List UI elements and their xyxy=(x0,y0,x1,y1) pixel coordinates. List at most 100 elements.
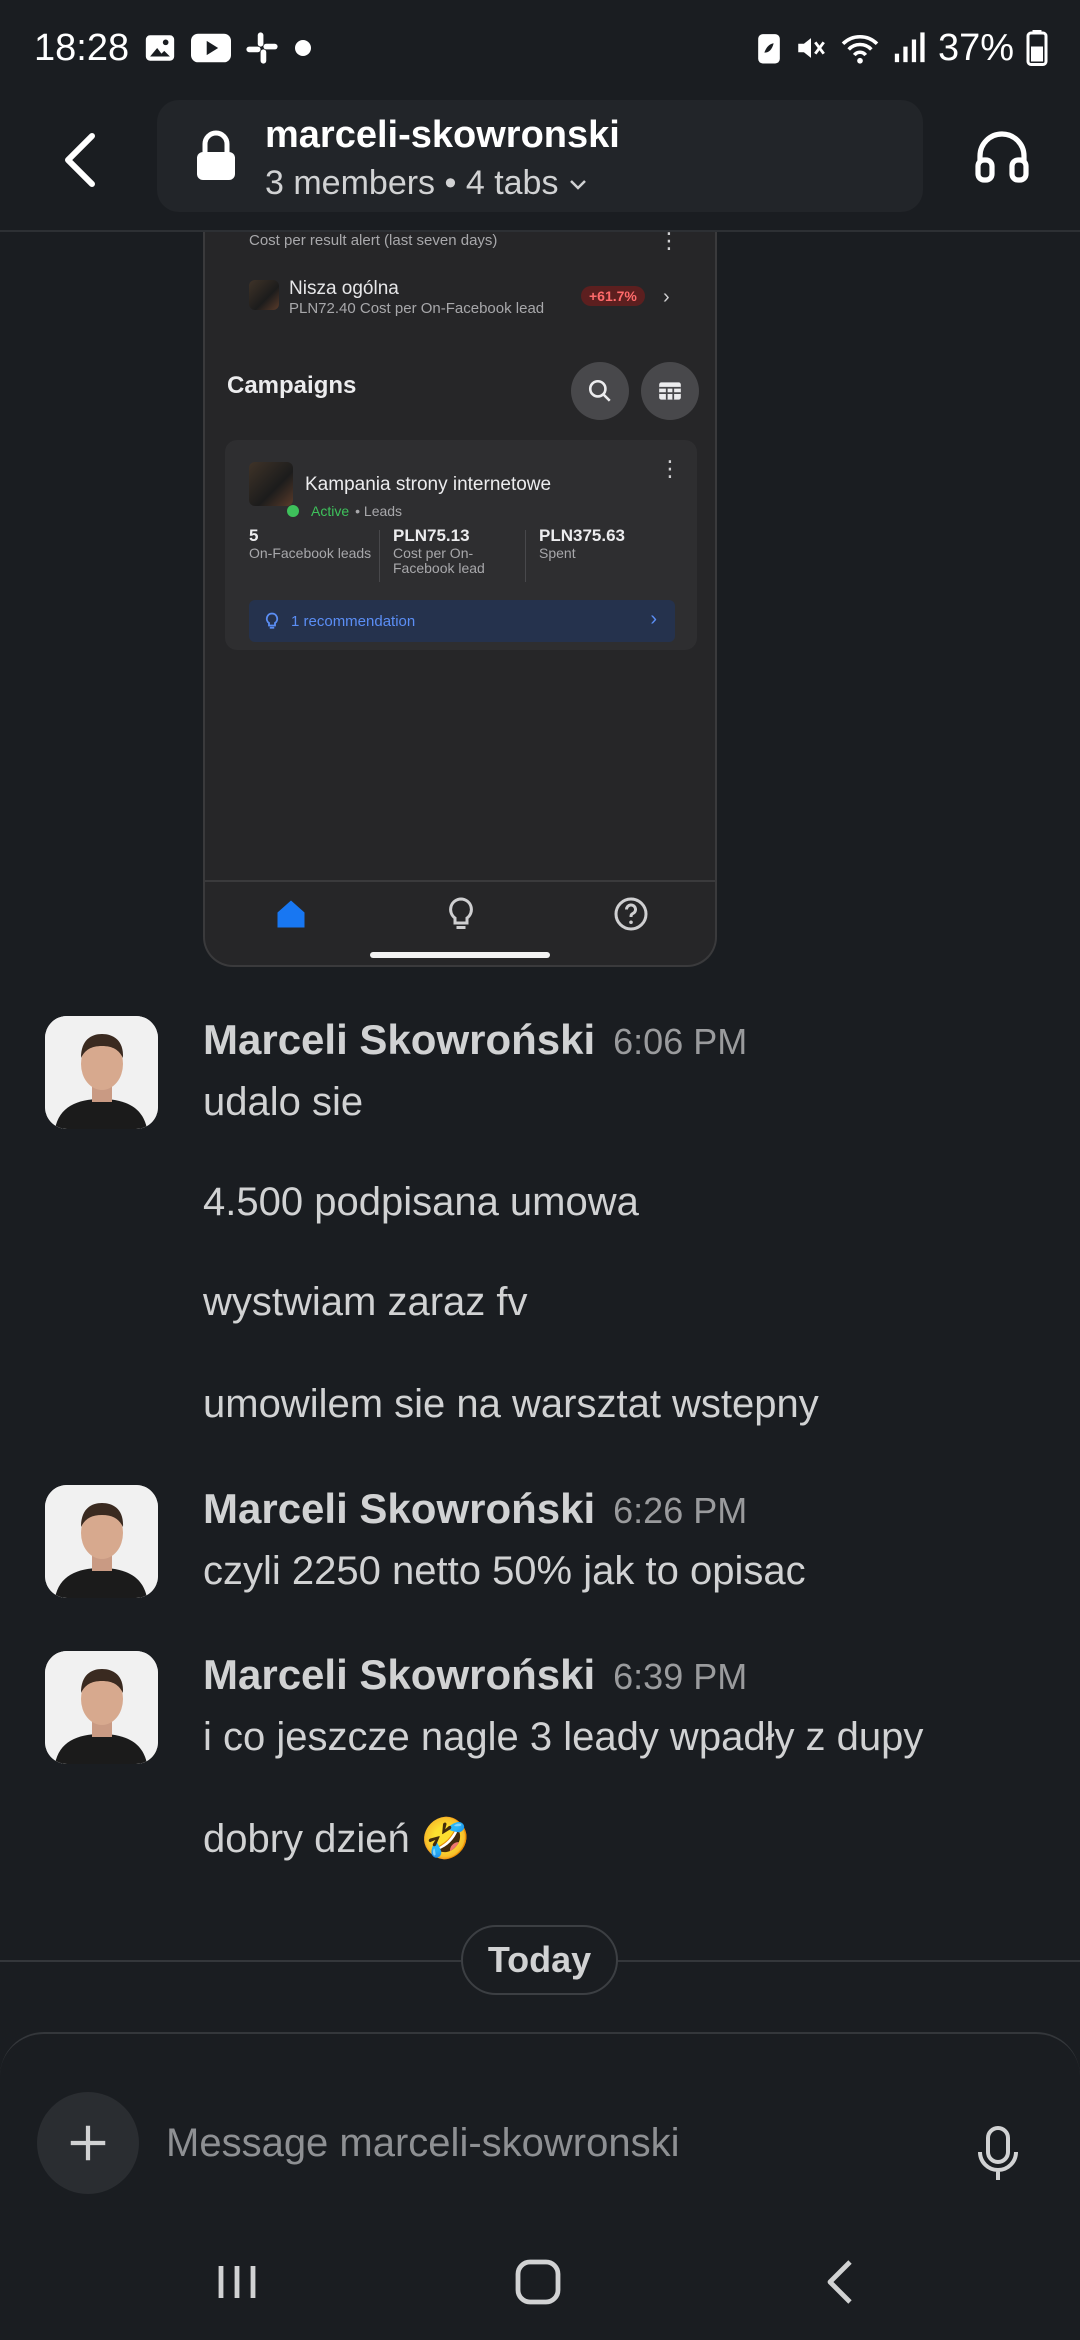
nisza-subtitle: PLN72.40 Cost per On-Facebook lead xyxy=(289,300,545,317)
message-text: udalo sie xyxy=(203,1080,364,1124)
message-time: 6:26 PM xyxy=(613,1490,748,1531)
campaign-status: Active • Leads xyxy=(287,503,402,519)
recent-apps-button[interactable] xyxy=(207,2252,267,2312)
nisza-name: Nisza ogólna xyxy=(289,278,399,299)
help-icon xyxy=(613,896,649,932)
metric-value: PLN375.63 xyxy=(539,526,625,545)
campaign-name: Kampania strony internetowe xyxy=(305,474,552,495)
metric-divider xyxy=(525,530,526,582)
message-text: 4.500 podpisana umowa xyxy=(203,1180,639,1224)
youtube-icon xyxy=(191,33,232,63)
avatar[interactable] xyxy=(45,1485,158,1598)
home-icon xyxy=(273,896,309,932)
system-navigation-bar xyxy=(0,2222,1080,2340)
recommendation-bar: 1 recommendation › xyxy=(249,600,675,642)
shared-image[interactable]: Cost per result alert (last seven days) … xyxy=(203,232,717,967)
campaign-card: Kampania strony internetowe ⋮ Active • L… xyxy=(225,440,697,650)
mute-icon xyxy=(794,31,828,65)
status-left: 18:28 xyxy=(34,27,313,70)
message-time: 6:06 PM xyxy=(613,1021,748,1062)
back-button[interactable] xyxy=(52,128,112,192)
metric-label: Spent xyxy=(539,545,576,561)
message-text: umowilem sie na warsztat wstepny xyxy=(203,1382,819,1426)
metric-value: PLN75.13 xyxy=(393,526,470,545)
headphones-icon xyxy=(975,131,1029,183)
change-badge: +61.7% xyxy=(581,286,645,306)
metric-divider xyxy=(379,530,380,582)
avatar[interactable] xyxy=(45,1016,158,1129)
system-back-button[interactable] xyxy=(812,2252,872,2312)
metric-label: On-Facebook leads xyxy=(249,545,372,561)
gallery-icon xyxy=(143,31,177,65)
alert-title: Cost per result alert (last seven days) xyxy=(249,232,498,249)
message-header: Marceli Skowroński 6:26 PM xyxy=(203,1485,747,1533)
bottom-nav xyxy=(205,880,715,965)
more-icon: ⋮ xyxy=(658,232,680,253)
table-icon xyxy=(659,382,681,400)
channel-meta-text: 3 members • 4 tabs xyxy=(265,164,559,202)
sender-name[interactable]: Marceli Skowroński xyxy=(203,1485,595,1532)
chevron-right-icon: › xyxy=(650,608,657,630)
metric-cost: PLN75.13 Cost per On-Facebook lead xyxy=(393,526,503,576)
sender-name[interactable]: Marceli Skowroński xyxy=(203,1016,595,1063)
channel-header: marceli-skowronski 3 members • 4 tabs xyxy=(0,96,1080,232)
battery-percent: 37% xyxy=(937,26,1014,69)
person-photo-icon xyxy=(45,1016,158,1129)
channel-info-button[interactable]: marceli-skowronski 3 members • 4 tabs xyxy=(157,100,923,212)
campaign-thumbnail xyxy=(249,462,293,506)
message-text: i co jeszcze nagle 3 leady wpadły z dupy xyxy=(203,1715,924,1759)
avatar[interactable] xyxy=(45,1651,158,1764)
message-text: wystwiam zaraz fv xyxy=(203,1280,528,1324)
battery-saver-icon xyxy=(756,31,782,65)
clock: 18:28 xyxy=(34,26,130,69)
metric-spent: PLN375.63 Spent xyxy=(539,526,669,561)
ad-thumbnail xyxy=(249,280,279,310)
search-icon xyxy=(588,379,611,402)
voice-message-button[interactable] xyxy=(976,2126,1020,2182)
lock-icon xyxy=(193,130,239,182)
metric-label: Cost per On-Facebook lead xyxy=(393,545,485,576)
metric-value: 5 xyxy=(249,526,259,545)
add-attachment-button[interactable] xyxy=(37,2092,139,2194)
back-chevron-icon xyxy=(827,2260,852,2304)
chevron-down-icon xyxy=(570,179,587,190)
metric-leads: 5 On-Facebook leads xyxy=(249,526,379,561)
table-button xyxy=(641,362,699,420)
date-divider[interactable]: Today xyxy=(461,1925,618,1995)
message-input[interactable] xyxy=(166,2114,946,2172)
plus-icon xyxy=(70,2125,106,2161)
sender-name[interactable]: Marceli Skowroński xyxy=(203,1651,595,1698)
campaign-type: • Leads xyxy=(355,503,403,519)
battery-icon xyxy=(1026,30,1048,66)
microphone-icon xyxy=(978,2126,1018,2180)
search-button xyxy=(571,362,629,420)
message-text: czyli 2250 netto 50% jak to opisac xyxy=(203,1549,806,1593)
lightbulb-icon xyxy=(443,896,479,932)
lightbulb-icon xyxy=(265,612,279,629)
slack-icon xyxy=(245,31,279,65)
recent-apps-icon xyxy=(218,2266,256,2298)
channel-meta: 3 members • 4 tabs xyxy=(265,164,590,203)
campaigns-heading: Campaigns xyxy=(227,372,357,399)
home-square-icon xyxy=(515,2259,561,2305)
chevron-left-icon xyxy=(65,133,95,187)
message-composer xyxy=(0,2032,1080,2222)
message-text: dobry dzień 🤣 xyxy=(203,1817,471,1861)
person-photo-icon xyxy=(45,1485,158,1598)
home-indicator xyxy=(370,952,550,958)
status-bar: 18:28 37% xyxy=(0,0,1080,96)
campaign-more-icon: ⋮ xyxy=(659,456,681,481)
active-dot-icon xyxy=(287,505,299,517)
chevron-right-icon: › xyxy=(663,286,670,308)
home-button[interactable] xyxy=(508,2252,568,2312)
wifi-icon xyxy=(840,31,880,65)
notification-dot-icon xyxy=(293,38,313,58)
channel-name: marceli-skowronski xyxy=(265,114,620,156)
campaign-status-text: Active xyxy=(311,503,350,519)
recommendation-text: 1 recommendation xyxy=(291,612,416,630)
person-photo-icon xyxy=(45,1651,158,1764)
message-header: Marceli Skowroński 6:39 PM xyxy=(203,1651,747,1699)
status-right: 37% xyxy=(756,27,1048,70)
huddle-button[interactable] xyxy=(972,126,1032,186)
signal-icon xyxy=(892,31,926,65)
